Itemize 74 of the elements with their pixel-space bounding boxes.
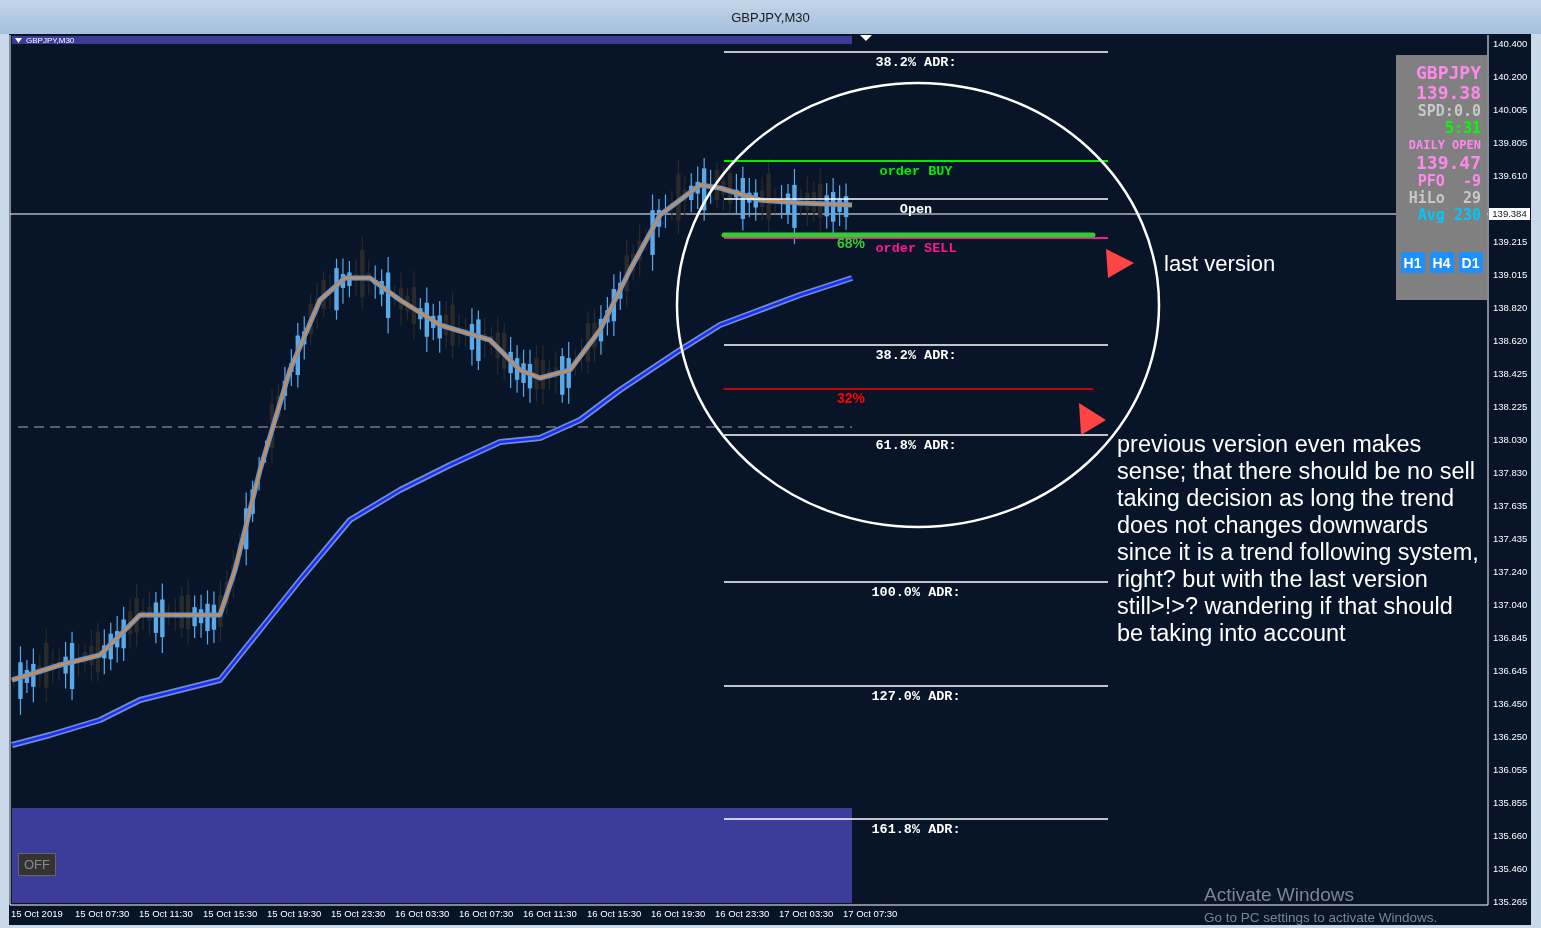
info-text: GBPJPY — [1415, 63, 1481, 83]
info-text: HiLo 29 — [1408, 190, 1481, 207]
price-label: 138.225 — [1492, 400, 1528, 414]
info-text: Avg 230 — [1417, 207, 1481, 224]
price-label: 139.805 — [1492, 136, 1528, 150]
time-label: 16 Oct 23:30 — [715, 907, 771, 921]
time-label: 15 Oct 07:30 — [75, 907, 131, 921]
current-price-label: 139.384 — [1489, 208, 1530, 220]
level-label: 100.0% ADR: — [871, 586, 961, 600]
time-label: 16 Oct 15:30 — [587, 907, 643, 921]
annotation-paragraph: previous version even makes sense; that there should be no sell taking decision as long the trend does not changes downwards since it is a trend following system, right? but with the last version still>!>? wandering if that should be taking into account — [1117, 431, 1480, 647]
time-label: 17 Oct 03:30 — [779, 907, 835, 921]
price-label: 135.855 — [1492, 796, 1528, 810]
info-text: 139.47 — [1415, 153, 1481, 173]
timeframe-button[interactable]: H1 — [1400, 252, 1425, 273]
arrow-pointer-icon — [1106, 249, 1134, 278]
off-button[interactable]: OFF — [18, 853, 56, 876]
time-label: 16 Oct 03:30 — [395, 907, 451, 921]
price-label: 135.265 — [1492, 895, 1528, 909]
info-text: 139.38 — [1415, 83, 1481, 103]
time-label: 15 Oct 2019 — [11, 907, 64, 921]
timeframe-button[interactable]: D1 — [1458, 252, 1483, 273]
time-label: 15 Oct 11:30 — [139, 907, 194, 921]
price-label: 138.425 — [1492, 367, 1528, 381]
time-label: 17 Oct 07:30 — [843, 907, 899, 921]
info-text: DAILY OPEN — [1408, 137, 1481, 153]
level-label: 38.2% ADR: — [875, 56, 957, 70]
time-label: 15 Oct 15:30 — [203, 907, 259, 921]
price-label: 138.620 — [1492, 334, 1528, 348]
price-label: 140.005 — [1492, 103, 1528, 117]
price-label: 136.055 — [1492, 763, 1528, 777]
level-label: order BUY — [879, 165, 953, 179]
info-text: 5:31 — [1444, 120, 1481, 137]
price-label: 136.450 — [1492, 697, 1528, 711]
time-label: 16 Oct 11:30 — [523, 907, 578, 921]
price-label: 136.845 — [1492, 631, 1528, 645]
time-label: 16 Oct 19:30 — [651, 907, 707, 921]
level-label: 127.0% ADR: — [871, 690, 961, 704]
arrow-pointer-icon — [1079, 403, 1106, 435]
activation-notice-title: Activate Windows — [1204, 884, 1354, 906]
price-label: 136.645 — [1492, 664, 1528, 678]
time-label: 16 Oct 07:30 — [459, 907, 515, 921]
level-label: Open — [899, 203, 933, 217]
time-label: 15 Oct 19:30 — [267, 907, 323, 921]
price-label: 138.030 — [1492, 433, 1528, 447]
dropdown-triangle-icon[interactable] — [15, 38, 22, 43]
price-label: 136.250 — [1492, 730, 1528, 744]
window-title: GBPJPY,M30 — [731, 9, 810, 25]
level-label: 161.8% ADR: — [871, 823, 961, 837]
price-label: 137.435 — [1492, 532, 1528, 546]
symbol-label: GBPJPY,M30 — [26, 36, 75, 45]
price-label: 135.660 — [1492, 829, 1528, 843]
level-label: order SELL — [875, 242, 957, 256]
price-label: 137.040 — [1492, 598, 1528, 612]
price-label: 139.015 — [1492, 268, 1528, 282]
level-label: 38.2% ADR: — [875, 349, 957, 363]
price-label: 138.820 — [1492, 301, 1528, 315]
percent-label: 68% — [837, 235, 865, 251]
annotation-text: last version — [1164, 251, 1276, 277]
price-label: 137.635 — [1492, 499, 1528, 513]
price-label: 139.215 — [1492, 235, 1528, 249]
price-label: 140.200 — [1492, 70, 1528, 84]
price-label: 137.830 — [1492, 466, 1528, 480]
level-label: 61.8% ADR: — [875, 439, 957, 453]
info-text: PFO -9 — [1417, 173, 1481, 190]
price-label: 139.610 — [1492, 169, 1528, 183]
price-label: 137.240 — [1492, 565, 1528, 579]
percent-label: 32% — [837, 390, 865, 406]
timeframe-button[interactable]: H4 — [1429, 252, 1454, 273]
activation-notice-text: Go to PC settings to activate Windows. — [1204, 910, 1438, 925]
time-label: 15 Oct 23:30 — [331, 907, 387, 921]
price-label: 140.400 — [1492, 37, 1528, 51]
price-label: 135.460 — [1492, 862, 1528, 876]
info-text: SPD:0.0 — [1417, 103, 1481, 120]
